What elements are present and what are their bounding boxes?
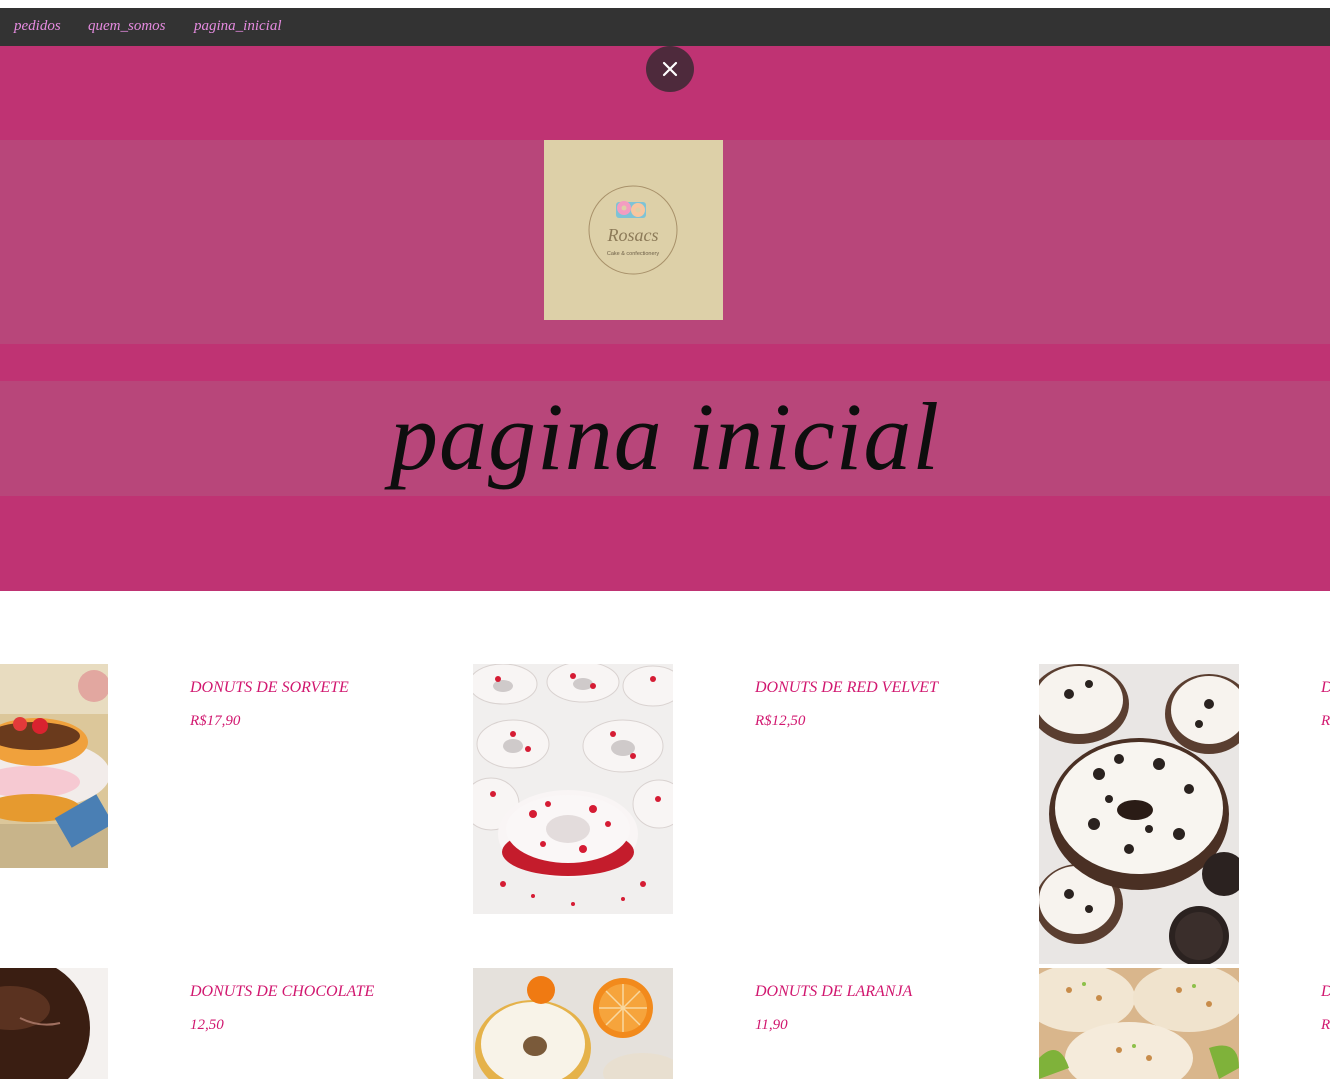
product-image-donuts-de-red-velvet[interactable] xyxy=(473,664,673,914)
logo-brand: Rosacs xyxy=(607,225,659,245)
product-image-donuts-de-sorvete[interactable] xyxy=(0,664,108,868)
product-image-donuts-de-laranja[interactable] xyxy=(473,968,673,1079)
product-name[interactable]: D xyxy=(1321,983,1330,1001)
close-button[interactable] xyxy=(646,46,694,92)
product-name[interactable]: DONUTS DE SORVETE xyxy=(190,679,349,697)
product-price: R xyxy=(1321,1017,1330,1033)
nav-link-quem-somos[interactable]: quem_somos xyxy=(88,18,166,35)
product-name[interactable]: DONUTS DE LARANJA xyxy=(755,983,912,1001)
nav-link-pedidos[interactable]: pedidos xyxy=(14,18,61,35)
nav-link-pagina-inicial[interactable]: pagina_inicial xyxy=(194,18,282,35)
product-price: 12,50 xyxy=(190,1017,224,1033)
product-price: R xyxy=(1321,713,1330,729)
product-image-donuts-coco[interactable] xyxy=(1039,968,1239,1079)
product-name[interactable]: DONUTS DE CHOCOLATE xyxy=(190,983,374,1001)
close-icon xyxy=(662,61,678,77)
brand-logo: Rosacs Cake & confectionery xyxy=(544,140,723,320)
product-image-donuts-oreo[interactable] xyxy=(1039,664,1239,964)
product-price: 11,90 xyxy=(755,1017,788,1033)
product-price: R$12,50 xyxy=(755,713,806,729)
product-image-donuts-de-chocolate[interactable] xyxy=(0,968,108,1079)
top-navbar: pedidos quem_somos pagina_inicial xyxy=(0,8,1330,46)
product-name[interactable]: DONUTS DE RED VELVET xyxy=(755,679,938,697)
logo-tagline: Cake & confectionery xyxy=(607,251,660,257)
product-price: R$17,90 xyxy=(190,713,241,729)
page-title: pagina inicial xyxy=(390,383,940,490)
top-strip xyxy=(0,0,1330,8)
product-name[interactable]: D xyxy=(1321,679,1330,697)
